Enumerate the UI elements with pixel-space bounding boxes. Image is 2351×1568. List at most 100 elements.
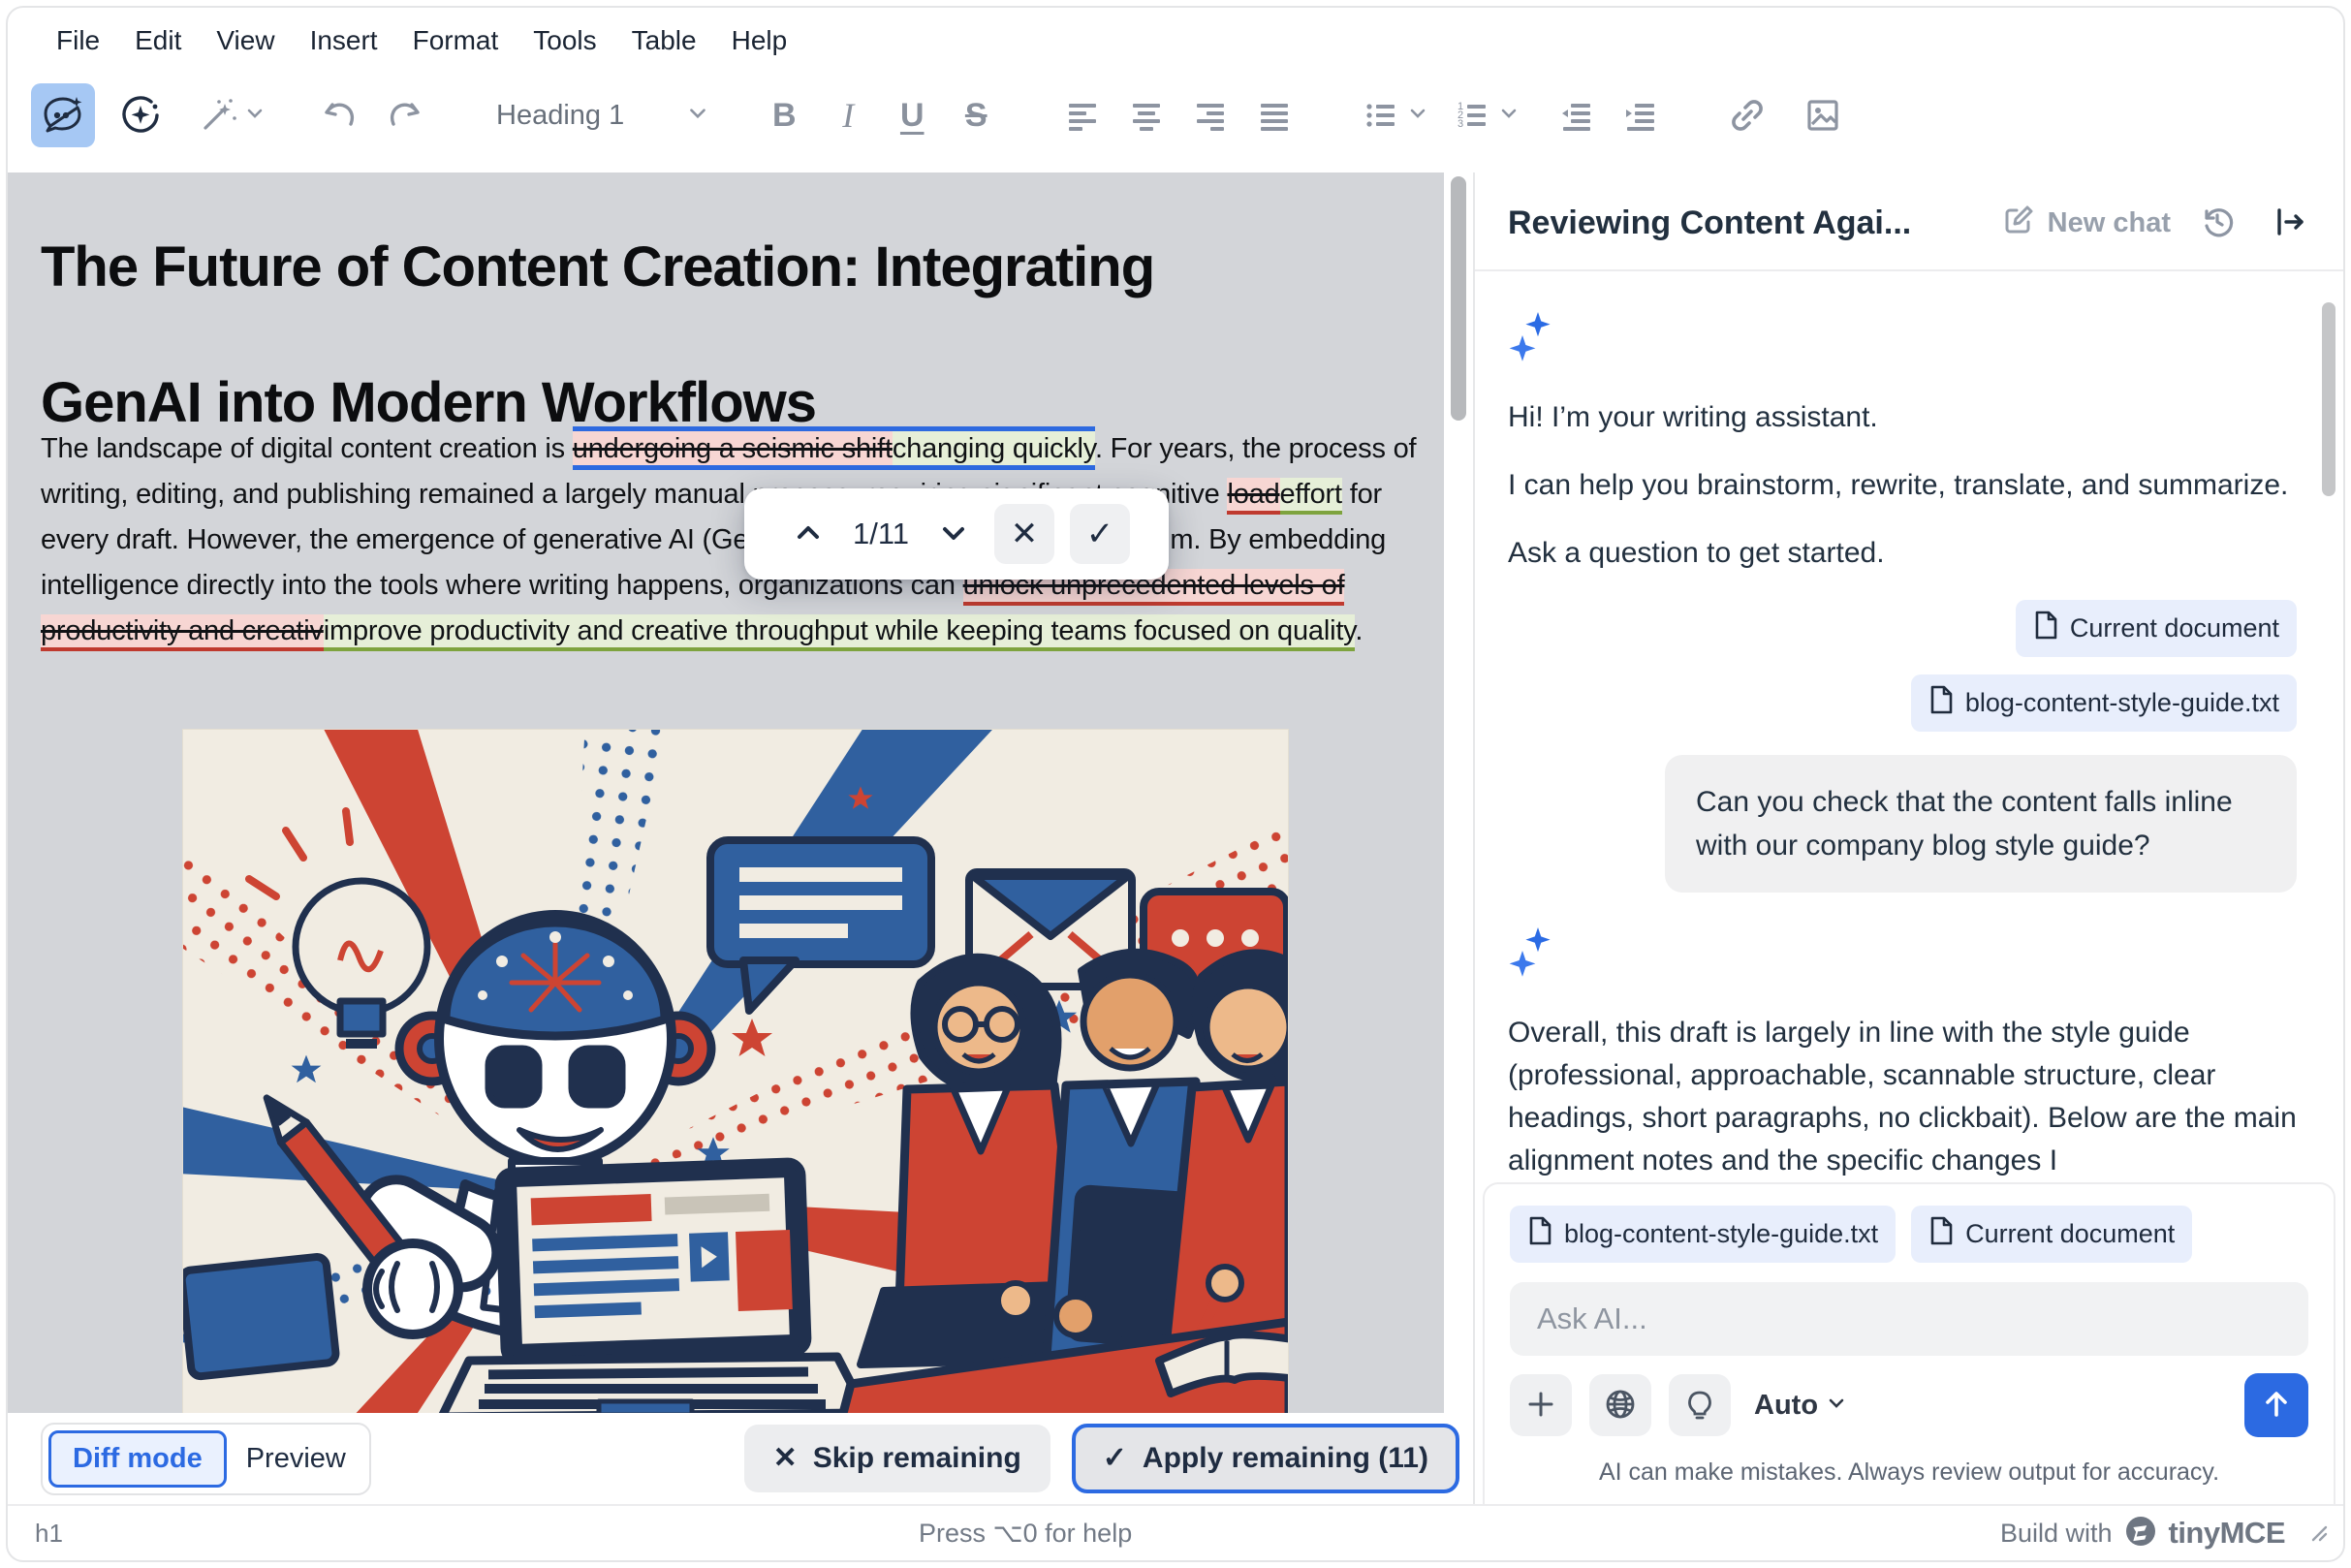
diff-navigation-popup: 1/11 ✕ ✓ [744, 488, 1169, 580]
tinymce-logo-icon [2124, 1515, 2157, 1552]
menu-item[interactable]: Edit [119, 17, 197, 64]
redo-button[interactable] [372, 83, 436, 147]
apply-remaining-label: Apply remaining (11) [1142, 1442, 1428, 1474]
element-path[interactable]: h1 [35, 1519, 63, 1549]
numbered-list-button[interactable]: 123 [1440, 83, 1504, 147]
chat-scrollbar[interactable] [2322, 302, 2335, 496]
chat-composer: blog-content-style-guide.txt Current doc… [1483, 1182, 2335, 1504]
chevron-down-icon[interactable] [1407, 103, 1428, 129]
context-pill[interactable]: blog-content-style-guide.txt [1910, 674, 2297, 732]
lightbulb-icon [1683, 1388, 1716, 1424]
previous-diff-button[interactable] [783, 509, 833, 559]
document-icon [2033, 611, 2058, 646]
preview-button[interactable]: Preview [236, 1433, 356, 1485]
indent-button[interactable] [1609, 83, 1673, 147]
statusbar: h1 Press ⌥0 for help Build with tinyMCE [8, 1504, 2343, 1560]
assistant-message: Overall, this draft is largely in line w… [1508, 1017, 2297, 1176]
document-illustration [182, 729, 1289, 1413]
menu-item[interactable]: File [41, 17, 115, 64]
context-pill-label: Current document [2069, 613, 2279, 643]
chat-messages[interactable]: Hi! I’m your writing assistant. I can hel… [1475, 271, 2343, 1182]
undo-icon [320, 95, 360, 136]
suggestions-button[interactable] [1669, 1374, 1731, 1436]
help-shortcut-text: Press ⌥0 for help [919, 1518, 1133, 1548]
align-center-button[interactable] [1114, 83, 1178, 147]
document-paragraph: The landscape of digital content creatio… [41, 426, 1421, 654]
checkmark-icon: ✓ [1085, 516, 1114, 552]
close-panel-button[interactable] [2264, 198, 2314, 248]
ai-shortcuts-button[interactable] [109, 83, 172, 147]
diff-counter: 1/11 [852, 517, 910, 550]
assistant-message: I can help you brainstorm, rewrite, tran… [1508, 469, 2289, 501]
menubar: File Edit View Insert Format Tools Table Help [8, 8, 2343, 64]
ai-quick-actions-button[interactable] [186, 83, 250, 147]
chat-title: Reviewing Content Agai... [1508, 204, 1912, 241]
compose-icon [2001, 203, 2036, 243]
menu-item[interactable]: View [201, 17, 290, 64]
editor-scrollbar[interactable] [1451, 176, 1466, 421]
paragraph-segment: improve productivity and creative throug… [323, 614, 1356, 651]
chevron-down-icon[interactable] [1498, 103, 1520, 129]
close-icon: ✕ [772, 1442, 798, 1474]
checkmark-icon: ✓ [1102, 1442, 1127, 1474]
ask-ai-input[interactable] [1510, 1282, 2308, 1356]
paragraph-segment: effort [1279, 478, 1342, 515]
insert-link-button[interactable] [1715, 83, 1779, 147]
chevron-down-icon [686, 102, 709, 130]
outdent-button[interactable] [1545, 83, 1609, 147]
redo-icon [384, 95, 424, 136]
context-pill[interactable]: blog-content-style-guide.txt [1510, 1206, 1896, 1263]
italic-button[interactable]: I [816, 83, 880, 147]
new-chat-label: New chat [2047, 206, 2171, 238]
next-diff-button[interactable] [928, 509, 979, 559]
align-right-button[interactable] [1178, 83, 1242, 147]
bullet-list-button[interactable] [1349, 83, 1413, 147]
document-icon [1527, 1216, 1552, 1252]
model-mode-label: Auto [1754, 1389, 1819, 1421]
accept-diff-button[interactable]: ✓ [1070, 504, 1131, 564]
context-pill-label: blog-content-style-guide.txt [1964, 688, 2279, 717]
document-icon [1928, 1216, 1954, 1252]
undo-button[interactable] [308, 83, 372, 147]
web-search-button[interactable] [1589, 1374, 1651, 1436]
insert-image-button[interactable] [1791, 83, 1855, 147]
block-format-select[interactable]: Heading 1 [479, 83, 727, 147]
send-button[interactable] [2244, 1373, 2308, 1437]
arrow-up-icon [2260, 1388, 2293, 1424]
bold-button[interactable]: B [752, 83, 816, 147]
editor-canvas[interactable]: The Future of Content Creation: Integrat… [8, 172, 1444, 1413]
context-pill[interactable]: Current document [2015, 600, 2297, 657]
context-pill[interactable]: Current document [1911, 1206, 2193, 1263]
menu-item[interactable]: Help [716, 17, 803, 64]
add-attachment-button[interactable] [1510, 1374, 1572, 1436]
tinymce-editor-window: File Edit View Insert Format Tools Table Help [6, 6, 2345, 1562]
underline-button[interactable]: U [880, 83, 944, 147]
build-with-label: Build with [1999, 1518, 2113, 1548]
menu-item[interactable]: Insert [295, 17, 393, 64]
resize-handle-icon[interactable] [2306, 1521, 2328, 1547]
paragraph-segment: undergoing a seismic shift [572, 426, 893, 470]
branding[interactable]: Build with tinyMCE [2000, 1515, 2328, 1552]
model-mode-select[interactable]: Auto [1754, 1389, 1847, 1421]
ai-sparkle-icon [1508, 925, 2297, 987]
strikethrough-button[interactable]: S [944, 83, 1008, 147]
justify-button[interactable] [1242, 83, 1306, 147]
paragraph-segment: . [1355, 615, 1364, 646]
menu-item[interactable]: Format [397, 17, 515, 64]
new-chat-button[interactable]: New chat [2001, 203, 2171, 243]
menu-item[interactable]: Tools [517, 17, 611, 64]
reject-diff-button[interactable]: ✕ [994, 504, 1055, 564]
align-left-button[interactable] [1050, 83, 1114, 147]
justify-icon [1255, 96, 1294, 135]
skip-remaining-button[interactable]: ✕ Skip remaining [743, 1425, 1050, 1492]
menu-item[interactable]: Table [616, 17, 712, 64]
paragraph-segment: changing quickly [892, 426, 1095, 470]
apply-remaining-button[interactable]: ✓ Apply remaining (11) [1071, 1424, 1459, 1493]
align-right-icon [1191, 96, 1230, 135]
bullet-list-icon [1362, 96, 1400, 135]
chevron-down-icon[interactable] [244, 103, 266, 129]
chat-history-button[interactable] [2192, 198, 2242, 248]
ai-assistant-button[interactable] [31, 83, 95, 147]
ai-assistant-panel: Reviewing Content Agai... New chat Hi! I… [1473, 172, 2343, 1504]
diff-mode-button[interactable]: Diff mode [48, 1429, 227, 1488]
